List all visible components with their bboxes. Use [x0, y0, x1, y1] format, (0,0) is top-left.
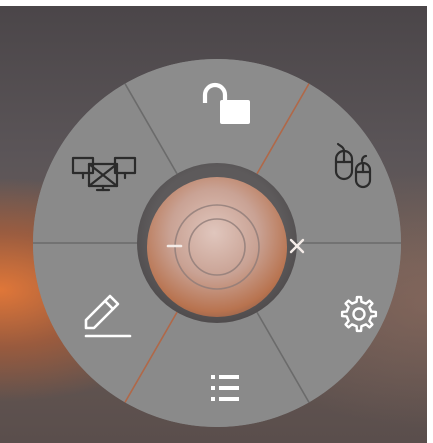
radial-menu-screen: [0, 0, 433, 443]
radial-menu: [32, 59, 401, 427]
